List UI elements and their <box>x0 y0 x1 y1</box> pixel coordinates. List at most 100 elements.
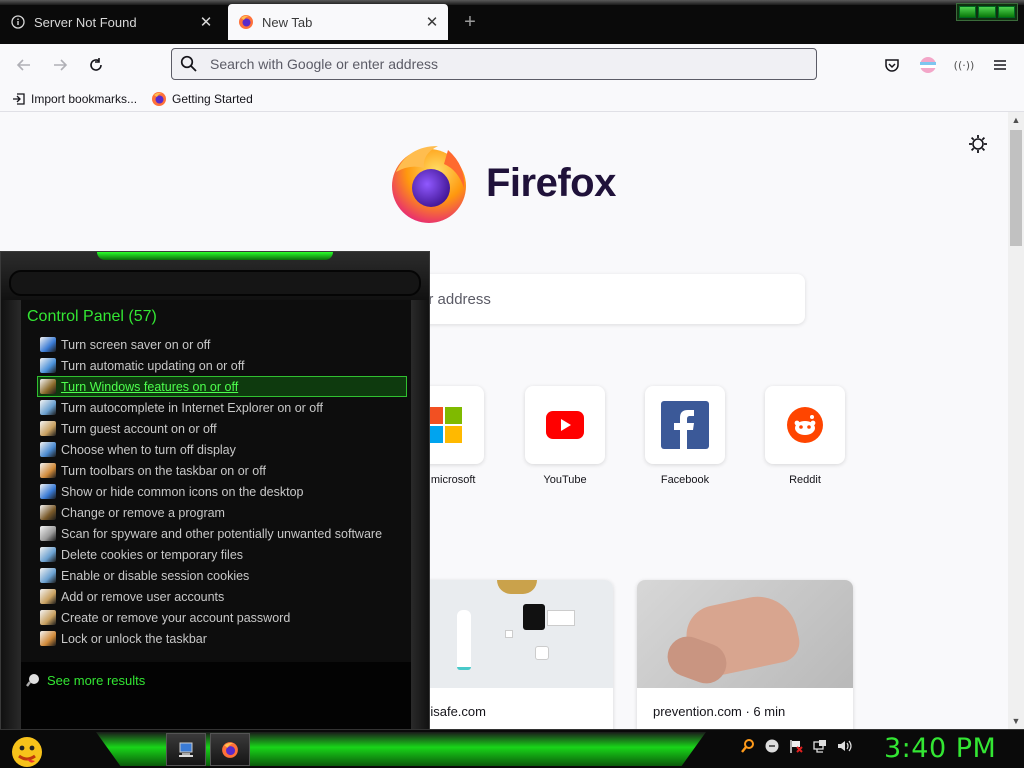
result-item[interactable]: Turn Windows features on or off <box>37 376 407 397</box>
bookmark-import[interactable]: Import bookmarks... <box>12 92 137 106</box>
taskbar-clock[interactable]: 3:40 PM <box>884 733 996 764</box>
results-section-title[interactable]: Control Panel (57) <box>27 308 157 326</box>
start-menu-search-frame[interactable] <box>9 270 421 296</box>
result-item[interactable]: Turn guest account on or off <box>37 418 407 439</box>
result-item[interactable]: Change or remove a program <box>37 502 407 523</box>
result-item-label: Turn guest account on or off <box>61 421 217 436</box>
messenger-icon[interactable] <box>764 738 780 754</box>
result-item[interactable]: Scan for spyware and other potentially u… <box>37 523 407 544</box>
result-item-label: Enable or disable session cookies <box>61 568 250 583</box>
start-button[interactable] <box>8 734 48 768</box>
hamburger-menu-icon <box>994 60 1006 70</box>
search-placeholder: er address <box>420 290 491 308</box>
network-icon[interactable] <box>812 738 828 754</box>
volume-icon[interactable] <box>836 738 852 754</box>
result-item[interactable]: Turn screen saver on or off <box>37 334 407 355</box>
result-item[interactable]: Lock or unlock the taskbar <box>37 628 407 649</box>
result-item[interactable]: Turn autocomplete in Internet Explorer o… <box>37 397 407 418</box>
search-results-panel: Control Panel (57) Turn screen saver on … <box>21 300 411 662</box>
page-scrollbar[interactable]: ▲ ▼ <box>1008 112 1024 729</box>
maximize-button[interactable] <box>978 6 996 18</box>
tab-bar: Server Not Found ✕ New Tab ✕ + <box>0 0 1024 44</box>
taskbar-button-firefox[interactable] <box>210 733 250 766</box>
window-controls[interactable] <box>956 3 1018 21</box>
scroll-down-icon[interactable]: ▼ <box>1008 713 1024 729</box>
control-panel-item-icon <box>40 484 56 499</box>
top-site-youtube[interactable]: YouTube <box>525 386 605 486</box>
bookmark-getting-started[interactable]: Getting Started <box>151 91 253 107</box>
tab-server-not-found[interactable]: Server Not Found ✕ <box>0 4 222 40</box>
url-bar[interactable] <box>171 48 817 80</box>
reload-button[interactable] <box>82 51 110 79</box>
result-item[interactable]: Turn automatic updating on or off <box>37 355 407 376</box>
extensions-button[interactable]: ((·)) <box>950 51 978 79</box>
top-site-tile[interactable] <box>765 386 845 464</box>
action-center-flag-icon[interactable] <box>788 738 804 754</box>
see-more-results-link[interactable]: See more results <box>25 672 145 688</box>
facebook-icon <box>661 401 709 449</box>
top-site-tile[interactable] <box>525 386 605 464</box>
start-menu-header <box>1 252 429 300</box>
control-panel-item-icon <box>40 505 56 520</box>
scroll-up-icon[interactable]: ▲ <box>1008 112 1024 128</box>
bookmarks-toolbar: Import bookmarks... Getting Started <box>0 86 1024 112</box>
control-panel-item-icon <box>40 547 56 562</box>
result-item-label: Change or remove a program <box>61 505 225 520</box>
search-icon[interactable] <box>740 738 756 754</box>
result-item[interactable]: Add or remove user accounts <box>37 586 407 607</box>
top-site-label: Reddit <box>789 474 821 486</box>
system-tray <box>740 738 852 754</box>
bookmark-label: Import bookmarks... <box>31 91 138 106</box>
result-item-label: Turn screen saver on or off <box>61 337 211 352</box>
control-panel-item-icon <box>40 379 56 394</box>
url-input[interactable] <box>210 56 770 72</box>
result-item[interactable]: Enable or disable session cookies <box>37 565 407 586</box>
back-button[interactable] <box>10 51 38 79</box>
import-icon <box>13 92 25 105</box>
menu-button[interactable] <box>986 51 1014 79</box>
close-icon[interactable]: ✕ <box>420 10 444 34</box>
microsoft-icon <box>426 407 462 443</box>
forward-arrow-icon <box>54 59 68 71</box>
forward-button[interactable] <box>46 51 74 79</box>
firefox-brand: Firefox <box>388 142 616 224</box>
close-icon[interactable]: ✕ <box>194 10 218 34</box>
result-item[interactable]: Delete cookies or temporary files <box>37 544 407 565</box>
taskbar-button-explorer[interactable] <box>166 733 206 766</box>
top-site-reddit[interactable]: Reddit <box>765 386 845 486</box>
story-source: prevention.com · 6 min <box>653 704 786 719</box>
info-icon <box>10 14 26 30</box>
top-site-tile[interactable] <box>645 386 725 464</box>
computer-icon <box>179 742 193 757</box>
result-item-label: Turn automatic updating on or off <box>61 358 245 373</box>
gear-icon[interactable] <box>966 132 990 156</box>
new-tab-button[interactable]: + <box>458 10 482 34</box>
start-menu-glow <box>97 252 333 260</box>
close-window-button[interactable] <box>997 6 1015 18</box>
story-card[interactable]: prevention.com · 6 min <box>637 580 853 729</box>
result-item-label: Turn autocomplete in Internet Explorer o… <box>61 400 323 415</box>
top-site-label: Facebook <box>660 474 710 486</box>
start-menu-frame-right <box>411 300 429 730</box>
youtube-icon <box>546 411 584 439</box>
scroll-thumb[interactable] <box>1010 130 1022 246</box>
result-item-label: Scan for spyware and other potentially u… <box>61 526 383 541</box>
minimize-button[interactable] <box>959 6 977 18</box>
account-button[interactable] <box>914 51 942 79</box>
tab-new-tab[interactable]: New Tab ✕ <box>228 4 448 40</box>
control-panel-item-icon <box>40 442 56 457</box>
pocket-icon <box>885 59 899 72</box>
top-site-facebook[interactable]: Facebook <box>645 386 725 486</box>
see-more-label: See more results <box>47 672 146 688</box>
result-item[interactable]: Turn toolbars on the taskbar on or off <box>37 460 407 481</box>
result-item[interactable]: Show or hide common icons on the desktop <box>37 481 407 502</box>
taskbar: 3:40 PM <box>0 729 1024 768</box>
result-item[interactable]: Choose when to turn off display <box>37 439 407 460</box>
result-item[interactable]: Create or remove your account password <box>37 607 407 628</box>
control-panel-item-icon <box>40 568 56 583</box>
pocket-button[interactable] <box>878 51 906 79</box>
newtab-search-box[interactable]: er address <box>400 274 805 324</box>
tab-label: New Tab <box>262 14 313 30</box>
start-menu-frame-left <box>1 300 21 730</box>
back-arrow-icon <box>16 59 30 71</box>
